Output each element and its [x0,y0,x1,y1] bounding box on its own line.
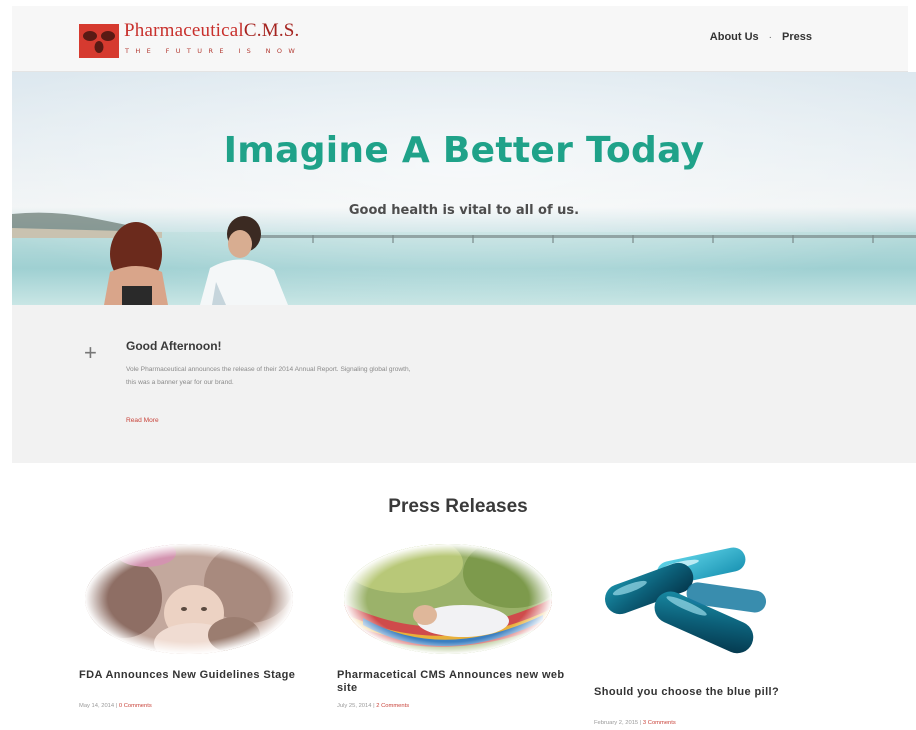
hero-banner: Imagine A Better Today Good health is vi… [12,72,916,305]
post-date: July 25, 2014 [337,703,372,709]
nav-separator: · [768,31,773,43]
blue-capsules-photo[interactable] [590,545,805,665]
post-date: May 14, 2014 [79,703,115,709]
plus-icon[interactable]: + [84,342,97,364]
site-header: PharmaceuticalC.M.S. THE FUTURE IS NOW A… [12,6,908,72]
hero-subtitle: Good health is vital to all of us. [348,203,580,218]
main-nav: About Us · Press [710,31,812,43]
mother-and-baby-photo[interactable] [84,543,294,655]
press-card-2-meta: July 25, 2014 | 2 Comments [337,703,409,709]
meta-separator: | [115,703,118,709]
brand-name[interactable]: PharmaceuticalC.M.S. [124,20,300,42]
press-card-1-title[interactable]: FDA Announces New Guidelines Stage [79,669,309,682]
comments-link[interactable]: 0 Comments [119,703,152,709]
read-more-link[interactable]: Read More [126,417,159,424]
hero-beach-image [12,72,916,305]
meta-separator: | [639,720,642,726]
press-releases-heading: Press Releases [388,496,528,517]
press-card-1-meta: May 14, 2014 | 0 Comments [79,703,152,709]
welcome-title: Good Afternoon! [126,339,222,353]
nav-item-about-us[interactable]: About Us [710,31,759,43]
press-card-2-title[interactable]: Pharmacetical CMS Announces new web site [337,669,572,695]
press-card-3-title[interactable]: Should you choose the blue pill? [594,686,804,699]
comments-link[interactable]: 2 Comments [376,703,409,709]
woman-in-hammock-photo[interactable] [343,543,553,655]
brand-name-suffix: C.M.S. [243,20,300,41]
logo-icon[interactable] [79,24,119,58]
welcome-body: Vole Pharmaceutical announces the releas… [126,366,411,386]
welcome-panel: + Good Afternoon! Vole Pharmaceutical an… [12,305,916,463]
brand-tagline: THE FUTURE IS NOW [125,47,302,55]
post-date: February 2, 2015 [594,720,639,726]
hero-title: Imagine A Better Today [223,130,705,171]
meta-separator: | [373,703,375,709]
comments-link[interactable]: 3 Comments [643,720,676,726]
nav-item-press[interactable]: Press [782,31,812,43]
brand-name-main: Pharmaceutical [124,20,244,41]
press-card-3-meta: February 2, 2015 | 3 Comments [594,720,676,726]
